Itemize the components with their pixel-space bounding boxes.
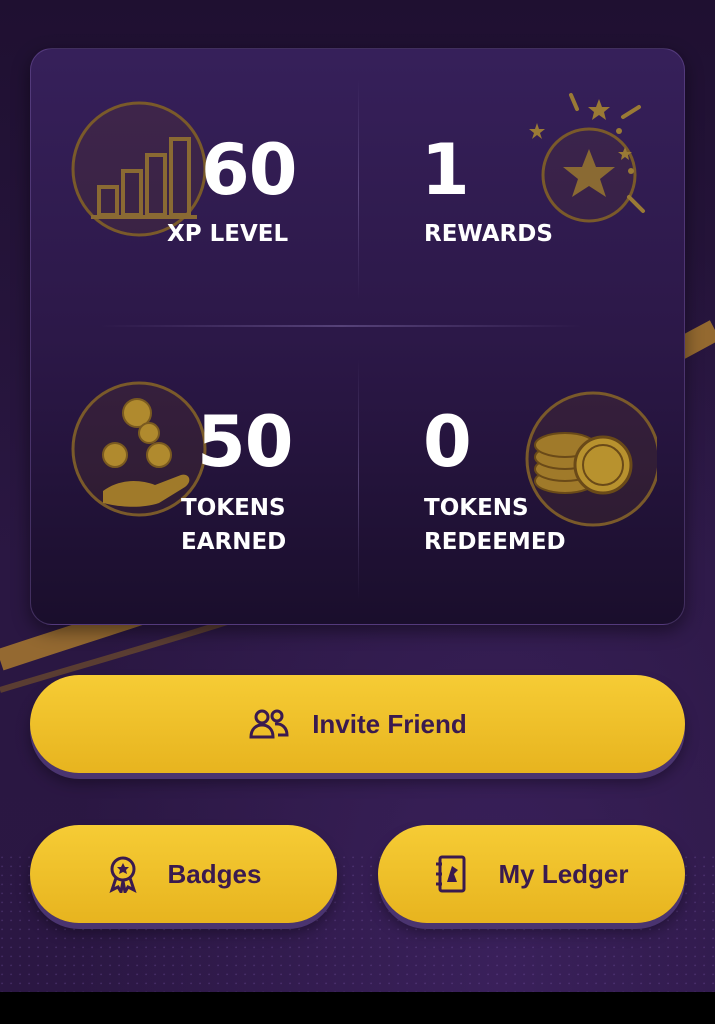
tokens-redeemed-label-line2: REDEEMED	[424, 529, 566, 555]
tokens-earned-value: 50	[197, 401, 293, 483]
ledger-book-icon	[436, 855, 466, 893]
my-ledger-label: My Ledger	[498, 858, 629, 889]
xp-level-label: XP LEVEL	[167, 221, 289, 247]
invite-friend-button[interactable]: Invite Friend	[30, 675, 685, 773]
coin-stack-icon	[525, 391, 657, 527]
badge-icon	[108, 856, 137, 893]
badges-button[interactable]: Badges	[30, 825, 337, 923]
tokens-earned-label-line2: EARNED	[181, 529, 287, 555]
stats-card: 60 XP LEVEL 1 REWARDS 50 TOKENS EARNED 0…	[30, 48, 685, 625]
system-navigation-bar	[0, 992, 715, 1024]
users-icon	[249, 709, 289, 739]
divider-horizontal	[101, 325, 581, 327]
divider-vertical-bottom	[358, 359, 359, 599]
rewards-value: 1	[421, 129, 470, 211]
divider-vertical-top	[358, 79, 359, 299]
badges-label: Badges	[167, 858, 262, 889]
my-ledger-button[interactable]: My Ledger	[378, 825, 685, 923]
tokens-earned-label-line1: TOKENS	[181, 495, 286, 521]
star-burst-icon	[529, 93, 645, 223]
xp-level-value: 60	[201, 129, 297, 211]
rewards-label: REWARDS	[424, 221, 553, 247]
invite-friend-label: Invite Friend	[312, 708, 467, 739]
tokens-redeemed-label-line1: TOKENS	[424, 495, 529, 521]
tokens-redeemed-value: 0	[423, 401, 472, 483]
